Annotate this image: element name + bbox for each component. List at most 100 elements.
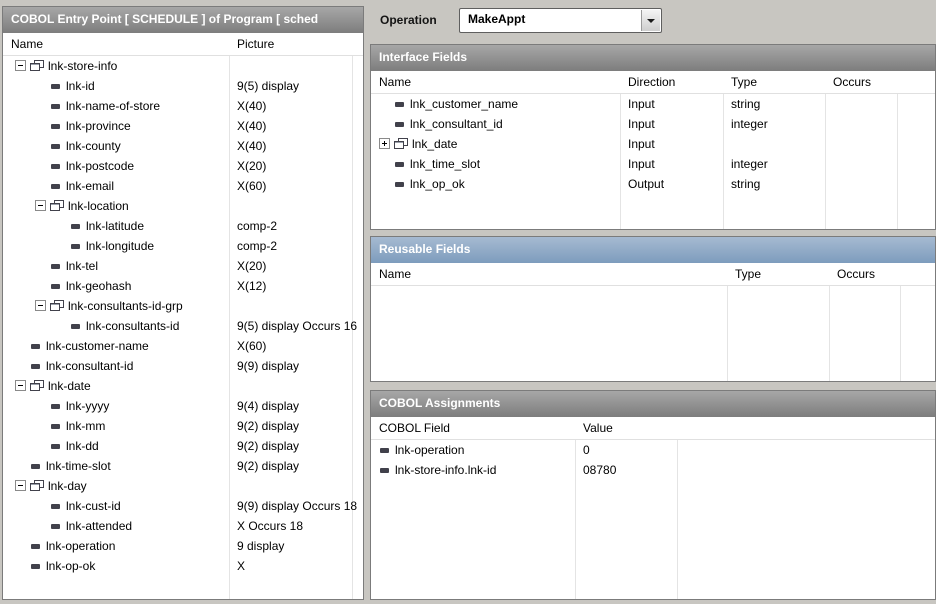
interface-fields-list: lnk_customer_name Input string lnk_consulta… <box>371 94 935 194</box>
tree-item-label: lnk-id <box>66 79 95 93</box>
tree-row[interactable]: lnk-date <box>3 376 363 396</box>
interface-field-row[interactable]: lnk_time_slotInputinteger <box>371 154 935 174</box>
tree-row[interactable]: lnk-consultants-id9(5) display Occurs 16 <box>3 316 363 336</box>
tree-row[interactable]: lnk-dd9(2) display <box>3 436 363 456</box>
expand-icon[interactable] <box>379 138 390 149</box>
interface-field-row[interactable]: lnk_consultant_idInputinteger <box>371 114 935 134</box>
field-item-icon <box>31 544 40 549</box>
tree-row[interactable]: lnk-store-info <box>3 56 363 76</box>
direction-value: Input <box>628 94 655 114</box>
tree-row[interactable]: lnk-mm9(2) display <box>3 416 363 436</box>
collapse-icon[interactable] <box>15 380 26 391</box>
tree-row[interactable]: lnk-emailX(60) <box>3 176 363 196</box>
field-item-icon <box>51 524 60 529</box>
tree-row[interactable]: lnk-cust-id9(9) display Occurs 18 <box>3 496 363 516</box>
tree-row[interactable]: lnk-attendedX Occurs 18 <box>3 516 363 536</box>
collapse-icon[interactable] <box>15 60 26 71</box>
tree-row[interactable]: lnk-operation9 display <box>3 536 363 556</box>
picture-value: X(12) <box>237 276 266 296</box>
tree-row[interactable]: lnk-op-ok X <box>3 556 363 576</box>
column-header-type[interactable]: Type <box>727 263 761 285</box>
interface-field-row[interactable]: lnk_op_okOutputstring <box>371 174 935 194</box>
column-header-name[interactable]: Name <box>3 33 43 55</box>
column-header-picture[interactable]: Picture <box>229 33 274 55</box>
field-item-icon <box>51 444 60 449</box>
interface-fields-panel: Interface Fields Name Direction Type Occ… <box>370 44 936 230</box>
indent-spacer <box>35 146 50 147</box>
tree-row[interactable]: lnk-customer-nameX(60) <box>3 336 363 356</box>
field-item-icon <box>51 264 60 269</box>
tree-row[interactable]: lnk-location <box>3 196 363 216</box>
field-name-label: lnk_consultant_id <box>410 117 503 131</box>
group-item-icon <box>394 138 408 150</box>
tree-row[interactable]: lnk-geohashX(12) <box>3 276 363 296</box>
operation-dropdown-value: MakeAppt <box>468 9 525 30</box>
tree-row[interactable]: lnk-time-slot9(2) display <box>3 456 363 476</box>
reusable-fields-table: Name Type Occurs <box>371 263 935 381</box>
direction-value: Input <box>628 114 655 134</box>
collapse-icon[interactable] <box>15 480 26 491</box>
picture-value: X <box>237 556 245 576</box>
direction-value: Output <box>628 174 664 194</box>
indent-spacer <box>15 566 30 567</box>
column-header-occurs[interactable]: Occurs <box>825 71 871 93</box>
column-header-occurs[interactable]: Occurs <box>829 263 875 285</box>
column-header-value[interactable]: Value <box>575 417 613 439</box>
reusable-fields-title[interactable]: Reusable Fields <box>371 237 935 264</box>
field-name-label: lnk_time_slot <box>410 157 480 171</box>
indent-spacer <box>379 124 394 125</box>
tree-row[interactable]: lnk-countyX(40) <box>3 136 363 156</box>
field-name-label: lnk_customer_name <box>410 97 518 111</box>
collapse-icon[interactable] <box>35 300 46 311</box>
indent-spacer <box>35 166 50 167</box>
picture-value: 9(2) display <box>237 456 299 476</box>
column-header-type[interactable]: Type <box>723 71 757 93</box>
field-item-icon <box>395 102 404 107</box>
column-header-cobol-field[interactable]: COBOL Field <box>371 417 450 439</box>
column-header-direction[interactable]: Direction <box>620 71 675 93</box>
column-header-name[interactable]: Name <box>371 263 411 285</box>
tree-row[interactable]: lnk-id9(5) display <box>3 76 363 96</box>
column-header-name[interactable]: Name <box>371 71 411 93</box>
picture-value: X(40) <box>237 96 266 116</box>
tree-item-label: lnk-date <box>48 379 91 393</box>
field-item-icon <box>71 244 80 249</box>
field-item-icon <box>51 184 60 189</box>
field-item-icon <box>51 504 60 509</box>
picture-value: X(60) <box>237 176 266 196</box>
field-item-icon <box>31 344 40 349</box>
tree-row[interactable]: lnk-yyyy9(4) display <box>3 396 363 416</box>
assignment-row[interactable]: lnk-store-info.lnk-id08780 <box>371 460 935 480</box>
cobol-assignments-title[interactable]: COBOL Assignments <box>371 391 935 418</box>
collapse-icon[interactable] <box>35 200 46 211</box>
assignment-value: 0 <box>583 440 590 460</box>
interface-fields-title[interactable]: Interface Fields <box>371 45 935 72</box>
tree-row[interactable]: lnk-telX(20) <box>3 256 363 276</box>
indent-spacer <box>35 526 50 527</box>
tree-row[interactable]: lnk-consultants-id-grp <box>3 296 363 316</box>
tree-item-label: lnk-tel <box>66 259 98 273</box>
tree-row[interactable]: lnk-consultant-id9(9) display <box>3 356 363 376</box>
tree-row[interactable]: lnk-name-of-storeX(40) <box>3 96 363 116</box>
chevron-down-icon[interactable] <box>641 10 660 31</box>
tree-row[interactable]: lnk-latitudecomp-2 <box>3 216 363 236</box>
tree-row[interactable]: lnk-day <box>3 476 363 496</box>
field-item-icon <box>31 464 40 469</box>
type-value: string <box>731 94 760 114</box>
tree-row[interactable]: lnk-longitudecomp-2 <box>3 236 363 256</box>
tree-item-label: lnk-latitude <box>86 219 144 233</box>
tree-item-label: lnk-op-ok <box>46 559 95 573</box>
group-item-icon <box>30 380 44 392</box>
type-value: string <box>731 174 760 194</box>
field-item-icon <box>51 144 60 149</box>
interface-field-row[interactable]: lnk_customer_name Input string <box>371 94 935 114</box>
interface-field-row[interactable]: lnk_dateInput <box>371 134 935 154</box>
field-item-icon <box>51 84 60 89</box>
tree-row[interactable]: lnk-postcodeX(20) <box>3 156 363 176</box>
picture-value: 9(9) display Occurs 18 <box>237 496 357 516</box>
indent-spacer <box>15 546 30 547</box>
tree-row[interactable]: lnk-provinceX(40) <box>3 116 363 136</box>
assignment-row[interactable]: lnk-operation0 <box>371 440 935 460</box>
picture-value: X Occurs 18 <box>237 516 303 536</box>
operation-dropdown[interactable]: MakeAppt <box>459 8 662 33</box>
